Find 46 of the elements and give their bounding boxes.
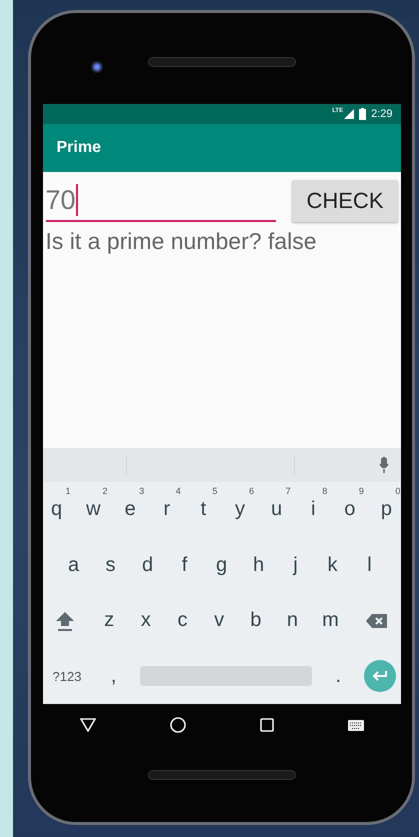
keyboard-key[interactable]: c [172, 609, 192, 632]
keyboard-key[interactable]: s [100, 554, 120, 577]
keyboard-key[interactable]: , [104, 664, 124, 688]
key-hint: 1 [65, 486, 70, 496]
keyboard-key[interactable]: v [209, 609, 230, 632]
key-hint: 3 [139, 486, 144, 496]
keyboard-key[interactable]: j [286, 554, 306, 577]
recents-icon[interactable] [260, 718, 274, 732]
keyboard-icon[interactable] [348, 720, 364, 730]
keyboard-key[interactable]: k [322, 554, 342, 577]
result-text: Is it a prime number? false [46, 228, 318, 255]
keyboard-key[interactable]: b [246, 609, 266, 632]
microphone-icon[interactable] [378, 457, 388, 473]
enter-arrow-icon [372, 670, 388, 682]
shift-icon [54, 610, 74, 632]
key-hint: 2 [102, 486, 108, 496]
app-title: Prime [56, 139, 101, 157]
clock: 2:29 [371, 108, 392, 120]
key-hint: 9 [358, 486, 364, 496]
home-icon[interactable] [170, 717, 186, 733]
key-hint: 5 [212, 486, 218, 496]
keyboard-key[interactable]: . [328, 664, 348, 688]
keyboard-key[interactable]: h [248, 554, 268, 577]
keyboard-key[interactable]: l [360, 554, 380, 577]
signal-icon [344, 109, 354, 119]
battery-icon [359, 108, 366, 120]
keyboard-key[interactable]: g [212, 554, 232, 577]
keyboard-key[interactable]: n [282, 609, 302, 632]
enter-key[interactable] [364, 660, 396, 692]
key-hint: 8 [322, 486, 328, 496]
check-button[interactable]: CHECK [292, 180, 398, 222]
back-icon[interactable] [80, 718, 96, 732]
keyboard-key[interactable]: f [174, 554, 194, 577]
key-hint: 4 [176, 486, 181, 496]
keyboard-key[interactable]: m [319, 609, 342, 632]
key-hint: 7 [286, 486, 291, 496]
key-hint: 6 [248, 486, 254, 496]
key-hint: 0 [395, 486, 400, 496]
keyboard-key[interactable]: z [99, 609, 120, 632]
keyboard-key[interactable]: a [64, 554, 84, 577]
symbols-key[interactable]: ?123 [46, 668, 88, 685]
keyboard-key[interactable]: x [136, 609, 156, 632]
keyboard-key[interactable]: d [138, 554, 158, 577]
number-input-field[interactable]: 70 [46, 180, 276, 222]
camera-icon [91, 61, 103, 73]
backspace-icon [366, 612, 388, 629]
